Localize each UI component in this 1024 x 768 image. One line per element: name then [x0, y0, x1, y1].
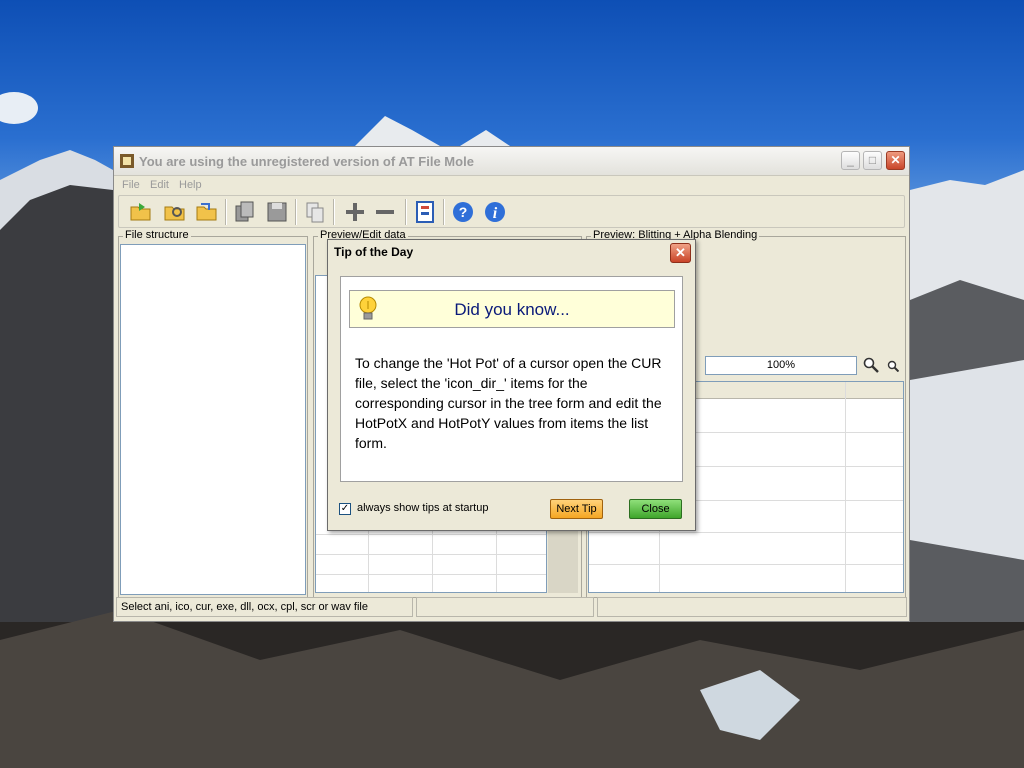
info-icon[interactable]: i — [483, 200, 507, 224]
grid-line — [432, 526, 433, 592]
toolbar-separator — [405, 199, 407, 225]
close-dialog-button[interactable]: Close — [629, 499, 682, 519]
file-tree[interactable] — [120, 244, 306, 595]
browse-folder-icon[interactable] — [163, 200, 187, 224]
grid-line — [316, 574, 546, 575]
tip-text: To change the 'Hot Pot' of a cursor open… — [355, 355, 662, 451]
grid-line — [368, 526, 369, 592]
svg-text:i: i — [493, 205, 498, 222]
toolbar-separator — [295, 199, 297, 225]
toolbar-separator — [443, 199, 445, 225]
show-tips-checkbox[interactable]: ✓ — [339, 503, 351, 515]
title-bar[interactable]: You are using the unregistered version o… — [114, 147, 909, 176]
copy-icon[interactable] — [303, 200, 327, 224]
close-button[interactable]: ✕ — [886, 151, 905, 170]
save-icon[interactable] — [265, 200, 289, 224]
app-mole-icon — [120, 154, 134, 168]
window-title: You are using the unregistered version o… — [139, 154, 474, 169]
add-icon[interactable] — [343, 200, 367, 224]
toolbar: ? i — [118, 195, 905, 228]
svg-text:?: ? — [459, 204, 468, 220]
open-folder-icon[interactable] — [129, 200, 153, 224]
menu-file[interactable]: File — [122, 179, 140, 191]
grid-line — [316, 534, 546, 535]
next-tip-button[interactable]: Next Tip — [550, 499, 603, 519]
zoom-out-icon[interactable] — [887, 360, 899, 372]
menu-edit[interactable]: Edit — [150, 179, 169, 191]
grid-line — [589, 564, 903, 565]
copy-pages-icon[interactable] — [233, 200, 257, 224]
show-tips-label: always show tips at startup — [357, 502, 489, 514]
zoom-in-icon[interactable] — [863, 357, 879, 373]
menu-bar: File Edit Help — [114, 177, 909, 195]
open-recent-icon[interactable] — [195, 200, 219, 224]
file-structure-label: File structure — [123, 229, 191, 241]
dialog-title: Tip of the Day — [334, 245, 414, 259]
did-you-know-banner: Did you know... — [349, 290, 675, 328]
did-you-know-heading: Did you know... — [454, 300, 570, 319]
status-bar: Select ani, ico, cur, exe, dll, ocx, cpl… — [116, 597, 907, 619]
grid-line — [316, 554, 546, 555]
toolbar-separator — [333, 199, 335, 225]
tip-of-the-day-dialog: Tip of the Day ✕ Did you know... To chan… — [327, 239, 696, 531]
status-panel-middle — [416, 597, 594, 617]
menu-help[interactable]: Help — [179, 179, 202, 191]
grid-line — [589, 532, 903, 533]
status-message: Select ani, ico, cur, exe, dll, ocx, cpl… — [116, 597, 413, 617]
remove-icon[interactable] — [373, 200, 397, 224]
toolbar-separator — [225, 199, 227, 225]
help-icon[interactable]: ? — [451, 200, 475, 224]
minimize-button[interactable]: _ — [841, 151, 860, 170]
properties-icon[interactable] — [413, 200, 437, 224]
grid-line — [496, 526, 497, 592]
status-panel-right — [597, 597, 907, 617]
zoom-level-field[interactable]: 100% — [705, 356, 857, 375]
tip-content-area: Did you know... To change the 'Hot Pot' … — [340, 276, 683, 482]
maximize-button[interactable]: □ — [863, 151, 882, 170]
dialog-close-icon[interactable]: ✕ — [670, 243, 691, 263]
grid-line — [845, 382, 846, 592]
